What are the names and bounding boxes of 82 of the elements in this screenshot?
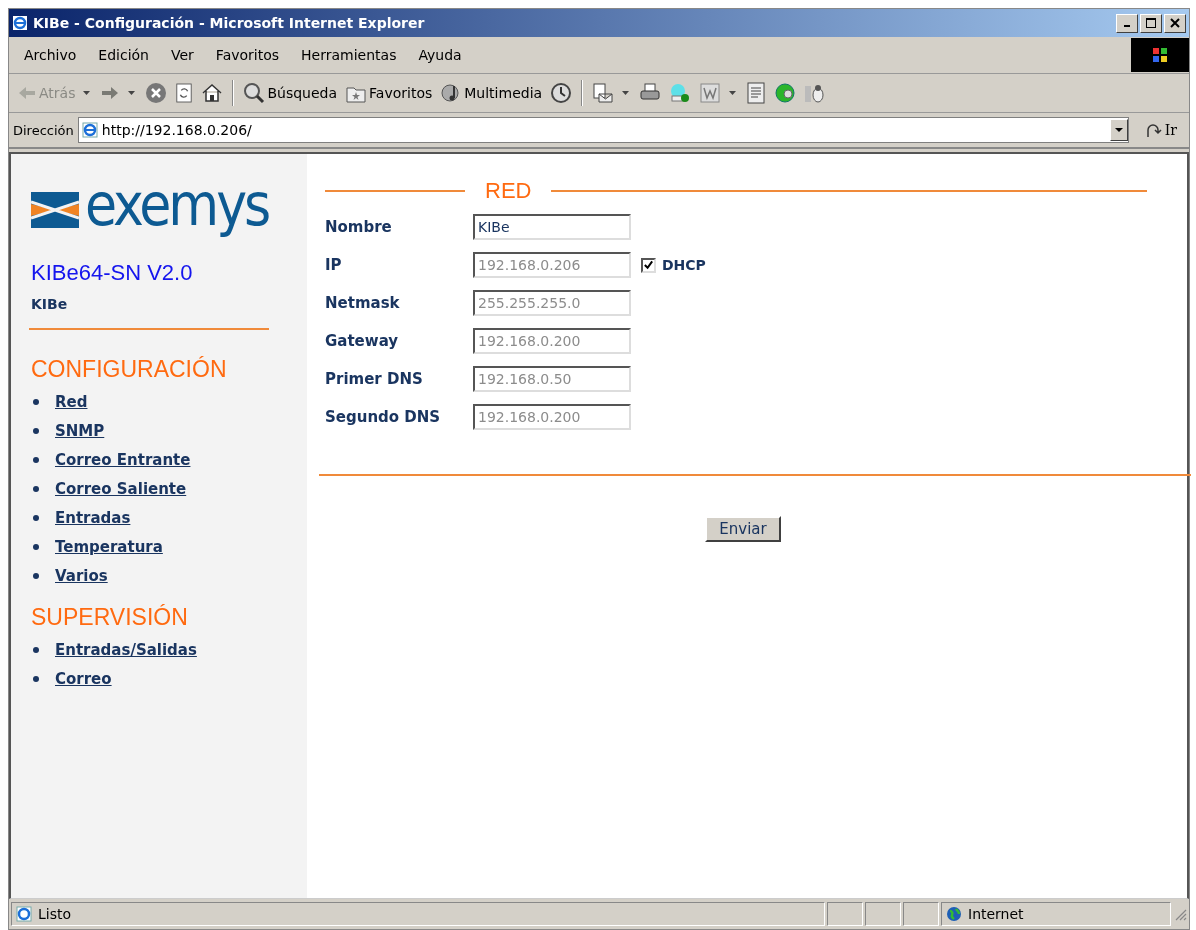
logo-text: exemys <box>85 172 269 238</box>
zone-text: Internet <box>968 906 1024 922</box>
nav-link[interactable]: Correo <box>55 669 112 688</box>
status-panel <box>827 902 863 926</box>
caret-icon <box>1114 128 1123 132</box>
status-panel <box>903 902 939 926</box>
go-button[interactable]: Ir <box>1132 121 1189 139</box>
menu-item[interactable]: Favoritos <box>204 47 291 63</box>
media-button[interactable]: Multimedia <box>438 82 545 104</box>
bullet-icon <box>33 427 39 434</box>
bullet-icon <box>33 675 39 682</box>
globe-icon <box>946 906 962 922</box>
page-icon <box>16 906 32 922</box>
close-button[interactable] <box>1164 13 1186 33</box>
stop-icon <box>145 82 168 104</box>
field-label: Netmask <box>325 294 401 312</box>
nav-link[interactable]: SNMP <box>55 421 105 440</box>
menu-item[interactable]: Herramientas <box>290 47 408 63</box>
bullet-icon <box>33 456 39 463</box>
messenger-icon <box>669 82 692 104</box>
status-text: Listo <box>38 906 72 922</box>
dropdown-button[interactable] <box>1109 119 1128 141</box>
submit-button[interactable]: Enviar <box>705 516 781 542</box>
windows-logo-icon <box>1131 38 1189 72</box>
refresh-icon <box>175 82 194 104</box>
nav-link[interactable]: Entradas/Salidas <box>55 640 197 659</box>
nav-link[interactable]: Correo Entrante <box>55 450 191 469</box>
nav-link[interactable]: Correo Saliente <box>55 479 187 498</box>
bullet-icon <box>33 572 39 579</box>
address-label: Dirección <box>13 122 74 138</box>
nav-link[interactable]: Varios <box>55 566 108 585</box>
field-label: IP <box>325 256 343 274</box>
page-icon <box>81 122 98 138</box>
caret-icon[interactable] <box>729 91 737 95</box>
favorites-button[interactable]: Favoritos <box>343 82 435 104</box>
menu-item[interactable]: Ver <box>160 47 205 63</box>
home-icon <box>201 82 224 104</box>
field-label: Nombre <box>325 218 393 236</box>
search-icon <box>243 82 266 104</box>
nav-link[interactable]: Red <box>55 392 88 411</box>
bullet-icon <box>33 543 39 550</box>
address-field[interactable]: http://192.168.0.206/ <box>77 117 1129 143</box>
window-title: KIBe - Configuración - Microsoft Internet Explorer <box>33 15 426 31</box>
bullet-icon <box>33 514 39 521</box>
clock-icon <box>550 82 573 104</box>
document-icon <box>699 82 722 104</box>
product-name: KIBe64-SN V2.0 <box>31 260 194 286</box>
resize-grip-icon <box>1173 907 1187 921</box>
nav-link[interactable]: Entradas <box>55 508 131 527</box>
menu-item[interactable]: Ayuda <box>407 47 473 63</box>
checkbox-label: DHCP <box>662 257 706 273</box>
nav-link[interactable]: Temperatura <box>55 537 163 556</box>
device-name: KIBe <box>31 296 69 312</box>
search-button[interactable]: Búsqueda <box>241 82 340 104</box>
menu-item[interactable]: Archivo <box>13 47 88 63</box>
page-icon <box>746 82 767 104</box>
menu-item[interactable]: Edición <box>87 47 160 63</box>
field-label: Primer DNS <box>325 370 424 388</box>
minimize-icon <box>1124 25 1130 27</box>
curved-arrow-icon <box>1144 121 1163 139</box>
field-label: Gateway <box>325 332 400 350</box>
logo-mark-icon <box>31 192 79 228</box>
form-title: RED <box>485 178 532 204</box>
mail-icon <box>592 82 615 104</box>
caret-icon[interactable] <box>128 91 136 95</box>
bullet-icon <box>33 398 39 405</box>
close-icon <box>1170 18 1180 28</box>
section-heading: CONFIGURACIÓN <box>31 356 228 383</box>
maximize-button[interactable] <box>1140 13 1162 33</box>
browser-icon <box>12 15 28 31</box>
maximize-icon <box>1146 18 1156 28</box>
globe-icon <box>774 82 797 104</box>
bullet-icon <box>33 646 39 653</box>
text-field[interactable]: KIBe <box>473 214 631 240</box>
bullet-icon <box>33 485 39 492</box>
field-label: Segundo DNS <box>325 408 442 426</box>
minimize-button[interactable] <box>1116 13 1138 33</box>
caret-icon[interactable] <box>83 91 91 95</box>
penguin-icon <box>804 82 827 104</box>
status-panel <box>865 902 901 926</box>
section-heading: SUPERVISIÓN <box>31 604 189 631</box>
caret-icon[interactable] <box>622 91 630 95</box>
